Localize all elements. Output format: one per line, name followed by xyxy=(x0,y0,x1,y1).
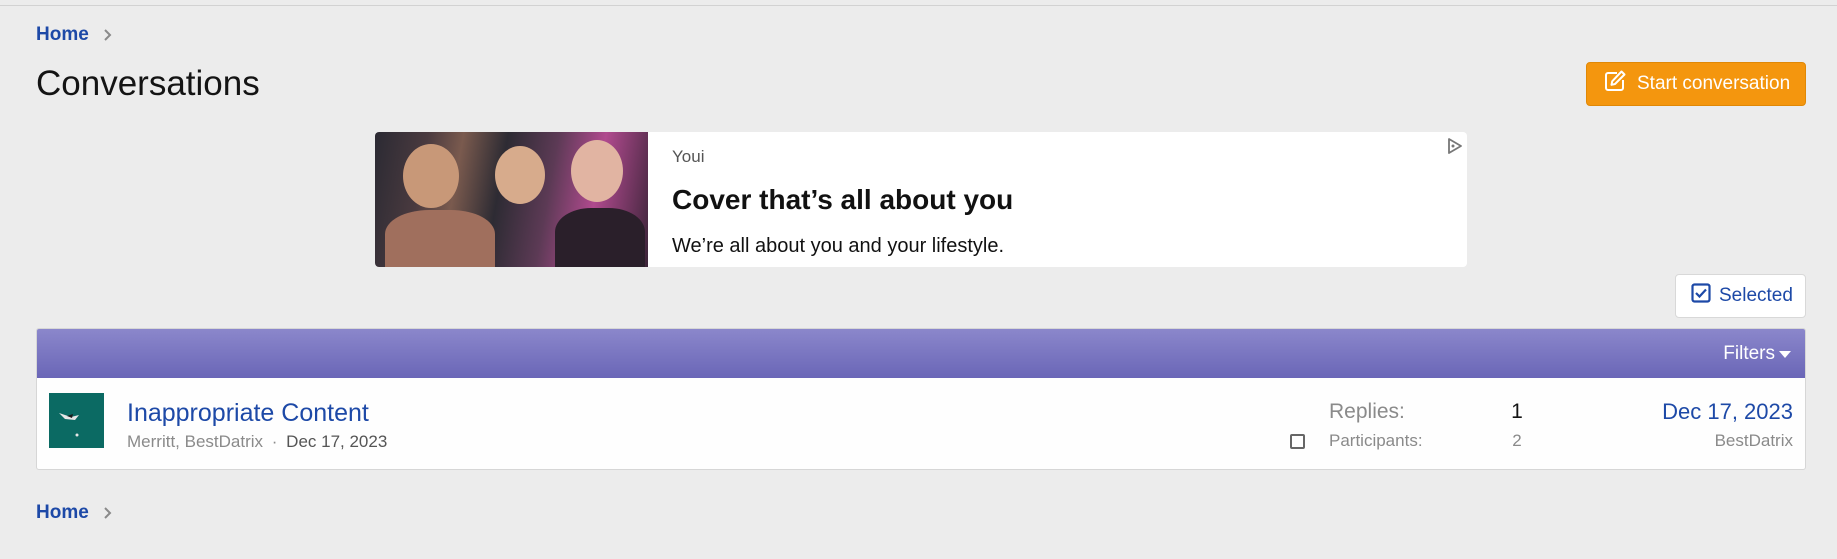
selected-label: Selected xyxy=(1719,285,1793,306)
conversation-list: Filters Inappropriate Content Merritt, B… xyxy=(36,328,1806,470)
ad-sponsor: Youi xyxy=(672,147,705,166)
participants-count: 2 xyxy=(1512,431,1522,450)
start-conversation-button[interactable]: Start conversation xyxy=(1586,62,1806,106)
breadcrumb-footer: Home xyxy=(36,502,115,524)
last-message-user[interactable]: BestDatrix xyxy=(1715,431,1793,451)
conversation-start-date[interactable]: Dec 17, 2023 xyxy=(286,432,387,451)
last-message-date[interactable]: Dec 17, 2023 xyxy=(1662,399,1793,425)
breadcrumb-home-link[interactable]: Home xyxy=(36,502,89,524)
chevron-right-icon xyxy=(103,28,115,42)
conversation-starters[interactable]: Merritt, BestDatrix xyxy=(127,432,263,451)
edit-icon xyxy=(1603,69,1627,99)
replies-label: Replies: xyxy=(1329,400,1405,423)
ad-image[interactable] xyxy=(375,132,648,267)
conversation-meta: Merritt, BestDatrix · Dec 17, 2023 xyxy=(127,432,387,452)
meta-separator: · xyxy=(271,432,278,451)
caret-down-icon xyxy=(1779,343,1791,365)
ad-headline[interactable]: Cover that’s all about you xyxy=(672,184,1013,216)
top-divider xyxy=(0,5,1837,6)
start-conversation-label: Start conversation xyxy=(1637,73,1791,94)
replies-count: 1 xyxy=(1511,400,1523,423)
participants-label: Participants: xyxy=(1329,431,1423,450)
conversation-row[interactable]: Inappropriate Content Merritt, BestDatri… xyxy=(37,378,1805,469)
checkbox-checked-icon xyxy=(1691,283,1711,309)
ad-banner[interactable]: Youi Cover that’s all about you We’re al… xyxy=(375,132,1467,267)
conversation-title-link[interactable]: Inappropriate Content xyxy=(127,399,369,428)
breadcrumb: Home xyxy=(36,24,115,46)
ad-body: We’re all about you and your lifestyle. xyxy=(672,235,1005,257)
ad-choices-icon[interactable] xyxy=(1446,137,1464,155)
filters-menu[interactable]: Filters xyxy=(1723,343,1791,365)
avatar[interactable] xyxy=(49,393,104,448)
filter-bar: Filters xyxy=(37,329,1805,378)
selected-button[interactable]: Selected xyxy=(1675,274,1806,318)
page-title: Conversations xyxy=(36,64,260,103)
filters-label: Filters xyxy=(1723,342,1775,364)
breadcrumb-home-link[interactable]: Home xyxy=(36,24,89,46)
select-checkbox[interactable] xyxy=(1290,434,1305,449)
chevron-right-icon xyxy=(103,506,115,520)
